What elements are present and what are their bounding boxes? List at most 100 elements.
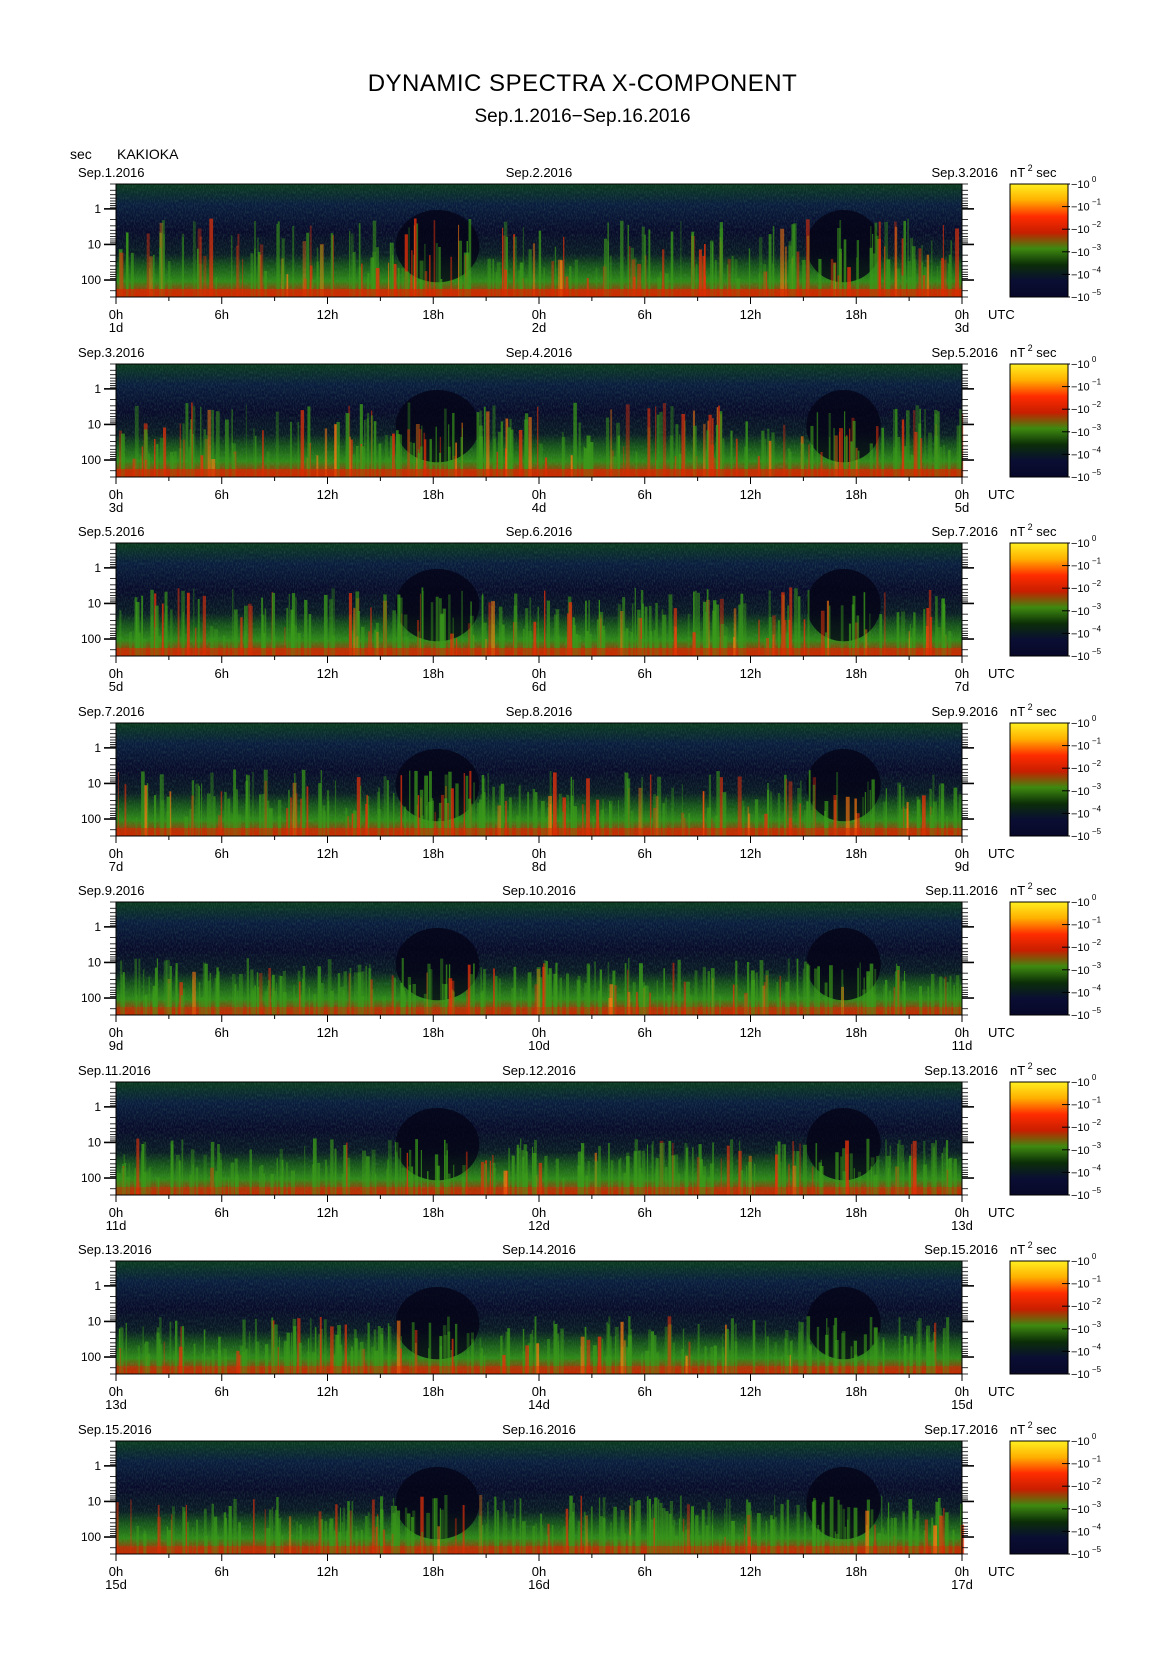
spectral-streak xyxy=(718,405,720,477)
x-tick-label: 18h xyxy=(422,1384,444,1399)
x-tick-label: 12h xyxy=(740,1025,762,1040)
spectral-streak xyxy=(476,412,480,477)
spectral-streak xyxy=(780,228,785,297)
spectral-streak xyxy=(130,1499,132,1554)
day-label-mid: 16d xyxy=(528,1577,550,1592)
spectral-streak xyxy=(330,1139,334,1195)
spectral-streak xyxy=(534,1139,537,1195)
spectral-streak xyxy=(585,600,587,656)
spectral-streak xyxy=(620,220,624,297)
spectral-streak xyxy=(231,235,233,297)
spectral-streak xyxy=(752,1320,756,1374)
spectral-streak xyxy=(186,592,190,656)
x-tick-label: 12h xyxy=(740,846,762,861)
colorbar-tick-label: −10 −2 xyxy=(1071,400,1102,416)
spectral-streak xyxy=(181,1139,184,1195)
x-tick-label: 12h xyxy=(317,1564,339,1579)
spectral-streak xyxy=(134,405,139,477)
colorbar-tick-label: −10 −1 xyxy=(1071,737,1102,753)
spectral-streak xyxy=(942,598,945,656)
spectral-streak xyxy=(563,236,565,297)
colorbar-tick-label: −10 0 xyxy=(1071,534,1097,550)
y-tick-label: 100 xyxy=(81,273,101,287)
spectral-streak xyxy=(400,775,403,836)
x-tick-label: 6h xyxy=(215,1564,229,1579)
colorbar-tick-label: −10 −4 xyxy=(1071,624,1102,640)
spectral-streak xyxy=(413,225,415,297)
spectral-streak xyxy=(789,587,793,656)
day-label-mid: 2d xyxy=(532,320,546,335)
spectral-streak xyxy=(433,220,436,297)
spectral-streak xyxy=(634,587,636,656)
spectral-streak xyxy=(578,422,581,477)
colorbar-tick-label: −10 −5 xyxy=(1071,288,1102,304)
y-tick-label: 1 xyxy=(94,561,101,575)
spectral-streak xyxy=(179,423,181,477)
spectral-streak xyxy=(444,1495,448,1554)
spectral-streak xyxy=(276,1497,279,1554)
spectral-streak xyxy=(163,234,165,297)
day-label-left: 7d xyxy=(109,859,123,874)
y-tick-label: 100 xyxy=(81,453,101,467)
x-tick-label: 18h xyxy=(845,1205,867,1220)
spectral-streak xyxy=(906,410,910,477)
spectral-streak xyxy=(867,781,869,836)
x-unit-label: UTC xyxy=(988,307,1015,322)
spectral-streak xyxy=(903,220,906,297)
spectral-streak xyxy=(348,593,352,656)
x-tick-label: 12h xyxy=(317,1025,339,1040)
spectral-streak xyxy=(309,225,312,297)
day-label-left: 11d xyxy=(106,1218,127,1233)
colorbar-tick-label: −10 −2 xyxy=(1071,1118,1102,1134)
colorbar-tick-label: −10 −3 xyxy=(1071,1141,1102,1157)
spectral-streak xyxy=(300,410,305,477)
spectral-streak xyxy=(786,1499,790,1554)
panel-date-mid: Sep.8.2016 xyxy=(506,704,573,719)
panel-date-right: Sep.5.2016 xyxy=(931,345,998,360)
spectral-streak xyxy=(647,408,651,477)
x-tick-label: 18h xyxy=(422,1564,444,1579)
y-tick-label: 10 xyxy=(88,1494,102,1508)
spectral-streak xyxy=(207,409,211,477)
x-tick-label: 6h xyxy=(638,1384,652,1399)
day-label-right: 15d xyxy=(951,1397,973,1412)
spectral-streak xyxy=(657,1499,660,1554)
x-tick-label: 18h xyxy=(422,1205,444,1220)
colorbar-tick-label: −10 −1 xyxy=(1071,557,1102,573)
day-label-right: 17d xyxy=(951,1577,973,1592)
spectral-streak xyxy=(319,1317,322,1374)
spectral-streak xyxy=(288,594,290,656)
spectral-streak xyxy=(627,224,629,297)
day-label-left: 9d xyxy=(109,1038,123,1053)
y-tick-label: 1 xyxy=(94,1279,101,1293)
colorbar xyxy=(1009,901,1069,1016)
spectral-streak xyxy=(383,776,387,836)
spectral-streak xyxy=(253,1499,255,1554)
spectral-streak xyxy=(726,1498,728,1554)
spectral-streak xyxy=(397,594,401,656)
colorbar-tick-label: −10 −4 xyxy=(1071,1163,1102,1179)
spectral-streak xyxy=(482,778,486,836)
x-unit-label: UTC xyxy=(988,487,1015,502)
spectral-streak xyxy=(805,219,810,297)
spectral-streak xyxy=(788,241,792,297)
y-tick-label: 1 xyxy=(94,382,101,396)
x-tick-label: 6h xyxy=(215,1205,229,1220)
spectral-streak xyxy=(146,233,150,297)
panel-date-right: Sep.3.2016 xyxy=(931,165,998,180)
panel-date-left: Sep.13.2016 xyxy=(78,1242,152,1257)
spectral-streak xyxy=(473,782,475,836)
spectral-streak xyxy=(202,595,206,656)
spectral-streak xyxy=(836,772,839,836)
x-tick-label: 6h xyxy=(638,666,652,681)
x-tick-label: 18h xyxy=(422,307,444,322)
long-period-band xyxy=(116,1366,962,1374)
spectral-streak xyxy=(735,960,738,1015)
x-unit-label: UTC xyxy=(988,1384,1015,1399)
spectrogram-panels: Sep.1.2016 Sep.2.2016 Sep.3.20161101000h 6h… xyxy=(78,163,1102,1592)
spectral-streak xyxy=(136,1138,140,1195)
x-tick-label: 12h xyxy=(740,1384,762,1399)
spectral-streak xyxy=(519,1498,522,1554)
spectral-streak xyxy=(458,224,460,297)
spectral-streak xyxy=(414,770,418,836)
